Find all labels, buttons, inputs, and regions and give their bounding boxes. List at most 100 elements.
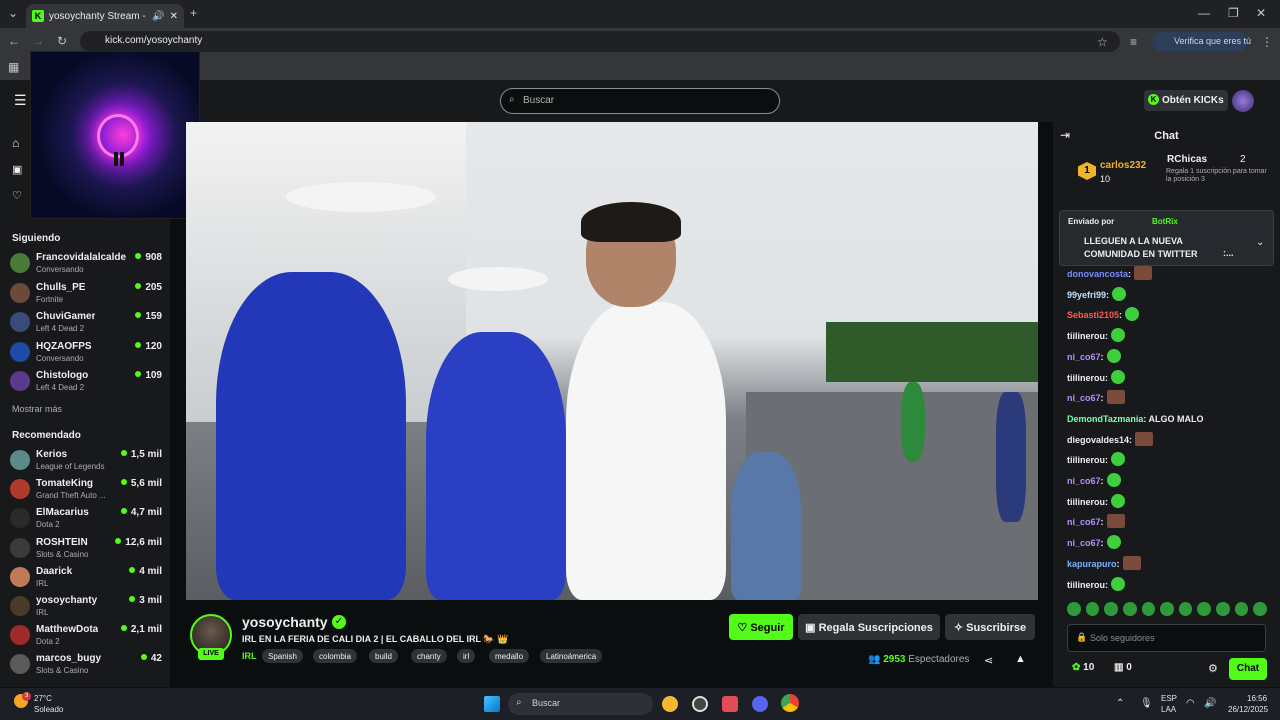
minimize-icon[interactable]: — [1198, 6, 1210, 20]
get-kicks-button[interactable]: K Obtén KICKs [1144, 90, 1228, 111]
chat-username[interactable]: ni_co67 [1067, 476, 1101, 486]
forward-icon[interactable]: → [32, 34, 44, 48]
pinned-message[interactable]: Enviado por BotRix LLEGUEN A LA NUEVA CO… [1059, 210, 1274, 266]
sidebar-channel[interactable]: TomateKing Grand Theft Auto ... 5,6 mil [10, 476, 162, 504]
emote-icon[interactable] [1085, 602, 1100, 616]
video-player[interactable] [186, 122, 1038, 600]
emote-icon[interactable] [1160, 602, 1174, 616]
chat-input[interactable]: 🔒 Solo seguidores [1067, 624, 1266, 652]
show-more-link[interactable]: Mostrar más [12, 404, 62, 414]
subscribe-button[interactable]: ✧ Suscribirse [945, 614, 1035, 640]
stream-tag[interactable]: medallo [489, 649, 530, 663]
sidebar-channel[interactable]: Daarick IRL 4 mil [10, 564, 162, 592]
emote-icon[interactable] [1178, 602, 1193, 616]
kicks-balance[interactable]: ✿ 10 [1072, 662, 1094, 673]
stream-tag[interactable]: Spanish [262, 649, 303, 663]
chat-username[interactable]: ni_co67 [1067, 517, 1101, 527]
audio-icon[interactable]: 🔊 [152, 11, 164, 22]
chat-username[interactable]: ni_co67 [1067, 538, 1101, 548]
sidebar-channel[interactable]: Chistologo Left 4 Dead 2 109 [10, 368, 162, 396]
microphone-icon[interactable]: 🎙 [1140, 698, 1153, 709]
clock-date[interactable]: 26/12/2025 [1228, 705, 1268, 714]
restore-icon[interactable]: ❐ [1228, 6, 1239, 20]
sidebar-channel[interactable]: ElMacarius Dota 2 4,7 mil [10, 505, 162, 533]
bookmark-star-icon[interactable]: ☆ [1097, 35, 1108, 49]
chat-username[interactable]: DemondTazmania [1067, 414, 1143, 424]
gift-balance[interactable]: ▥ 0 [1114, 662, 1132, 673]
sidebar-channel[interactable]: Chulls_PE Fortnite 205 [10, 280, 162, 308]
emote-icon[interactable] [1067, 602, 1081, 616]
sidebar-channel[interactable]: MatthewDota Dota 2 2,1 mil [10, 622, 162, 650]
language-bottom[interactable]: LAA [1161, 705, 1176, 714]
user-avatar[interactable] [1232, 90, 1254, 112]
stream-tag[interactable]: irl [457, 649, 476, 663]
chat-username[interactable]: donovancosta [1067, 269, 1128, 279]
sidebar-channel[interactable]: marcos_bugy Slots & Casino 42 [10, 651, 162, 679]
chat-username[interactable]: tiilinerou [1067, 455, 1105, 465]
chat-username[interactable]: tiilinerou [1067, 580, 1105, 590]
chat-username[interactable]: tiilinerou [1067, 331, 1105, 341]
emote-icon[interactable] [1234, 602, 1249, 616]
wifi-icon[interactable]: ◠ [1186, 698, 1195, 709]
stream-tag[interactable]: build [369, 649, 398, 663]
browser-menu-icon[interactable]: ⋮ [1261, 35, 1273, 49]
media-control-icon[interactable]: ≡ [1130, 35, 1137, 49]
search-input[interactable]: ⌕ Buscar [500, 88, 780, 114]
chevron-down-icon[interactable]: ⌄ [1256, 237, 1264, 248]
stream-tag[interactable]: Latinoámerica [540, 649, 603, 663]
taskbar-search[interactable]: ⌕ Buscar [508, 693, 653, 715]
new-tab-icon[interactable]: + [190, 6, 197, 20]
sidebar-channel[interactable]: ChuviGamer Left 4 Dead 2 159 [10, 309, 162, 337]
emote-icon[interactable] [1122, 602, 1137, 616]
discord-icon[interactable] [752, 696, 768, 712]
emote-icon[interactable] [1216, 602, 1230, 616]
emote-icon[interactable] [1197, 602, 1212, 616]
verify-profile-button[interactable]: Verifica que eres tú [1152, 32, 1251, 51]
home-icon[interactable]: ⌂ [12, 136, 19, 150]
chat-username[interactable]: diegovaldes14 [1067, 435, 1129, 445]
settings-gear-icon[interactable]: ⚙ [1208, 662, 1218, 675]
emote-icon[interactable] [1141, 602, 1156, 616]
send-chat-button[interactable]: Chat [1229, 658, 1267, 680]
windows-start-icon[interactable] [484, 696, 500, 712]
apps-grid-icon[interactable]: ▦ [8, 60, 19, 74]
reload-icon[interactable]: ↻ [57, 34, 67, 48]
sidebar-channel[interactable]: ROSHTEIN Slots & Casino 12,6 mil [10, 535, 162, 563]
app-icon[interactable] [662, 696, 678, 712]
sidebar-channel[interactable]: Kerios League of Legends 1,5 mil [10, 447, 162, 475]
chat-username[interactable]: Sebasti2105 [1067, 310, 1119, 320]
gift-subs-button[interactable]: ▣ Regala Suscripciones [798, 614, 940, 640]
sidebar-channel[interactable]: Francovidalalcalde Conversando 908 [10, 250, 162, 278]
emote-icon[interactable] [1253, 602, 1268, 616]
language-top[interactable]: ESP [1161, 694, 1177, 703]
sidebar-channel[interactable]: yosoychanty IRL 3 mil [10, 593, 162, 621]
chat-username[interactable]: tiilinerou [1067, 497, 1105, 507]
volume-icon[interactable]: 🔊 [1204, 698, 1216, 709]
stream-category[interactable]: IRL [242, 651, 257, 661]
address-bar[interactable]: kick.com/yosoychanty [80, 31, 1120, 52]
chat-username[interactable]: ni_co67 [1067, 352, 1101, 362]
follow-button[interactable]: ♡ Seguir [729, 614, 793, 640]
following-icon[interactable]: ♡ [12, 189, 22, 202]
close-window-icon[interactable]: ✕ [1256, 6, 1266, 20]
report-icon[interactable]: ▲ [1015, 653, 1026, 665]
picture-in-picture-image[interactable] [30, 51, 200, 219]
browse-icon[interactable]: ▣ [12, 163, 22, 176]
stream-tag[interactable]: chanty [411, 649, 447, 663]
app-icon[interactable] [722, 696, 738, 712]
chrome-icon[interactable] [781, 694, 799, 712]
gift-leaderboard[interactable]: 1 carlos232 10 RChicas 2 Regala 1 suscri… [1070, 150, 1270, 190]
tray-chevron-icon[interactable]: ⌃ [1116, 698, 1124, 709]
clock-time[interactable]: 16:56 [1247, 694, 1267, 703]
chat-username[interactable]: kapurapuro [1067, 559, 1117, 569]
chat-username[interactable]: ni_co67 [1067, 393, 1101, 403]
share-icon[interactable]: ⋖ [984, 654, 993, 667]
chat-username[interactable]: tiilinerou [1067, 373, 1105, 383]
tab-list-icon[interactable]: ⌄ [8, 6, 18, 20]
chat-username[interactable]: 99yefri99 [1067, 290, 1106, 300]
tab-close-icon[interactable]: ✕ [170, 11, 178, 22]
emote-icon[interactable] [1104, 602, 1118, 616]
streamer-name[interactable]: yosoychanty [242, 614, 328, 630]
stream-tag[interactable]: colombia [313, 649, 358, 663]
menu-icon[interactable]: ☰ [14, 92, 27, 109]
